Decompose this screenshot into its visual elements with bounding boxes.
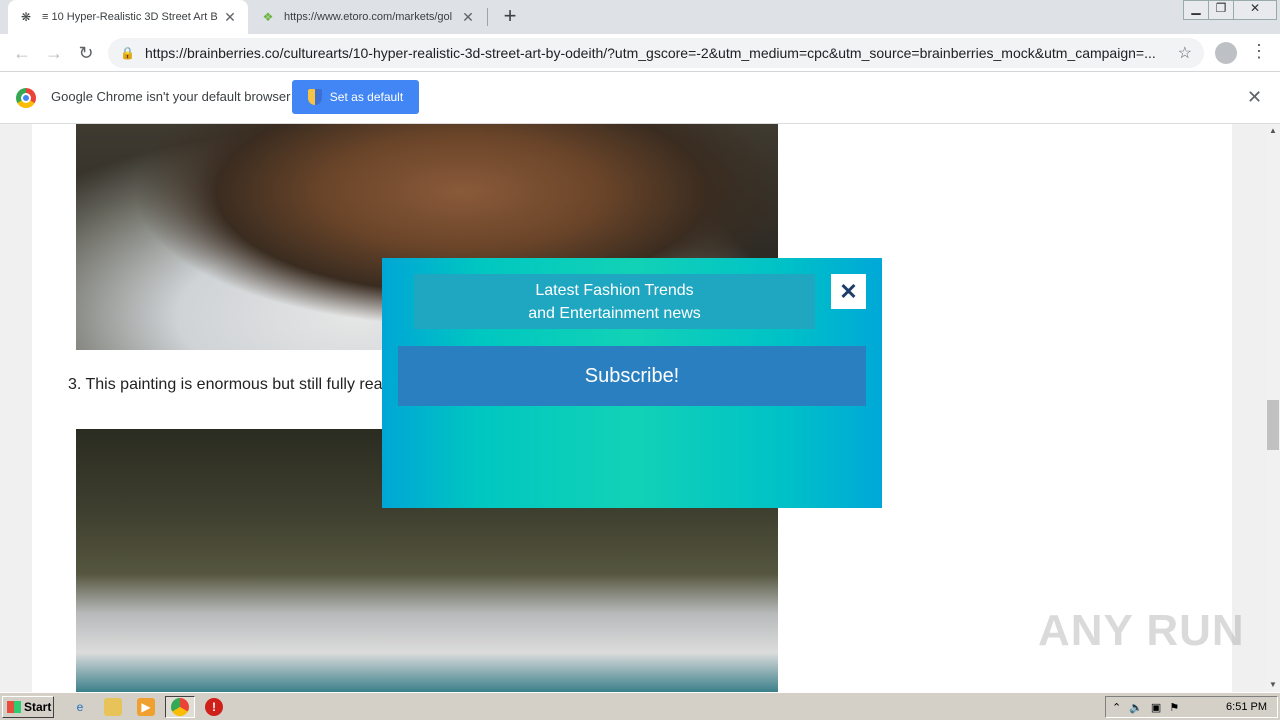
restore-icon[interactable]: ❐: [1208, 0, 1234, 20]
close-tab-icon[interactable]: ✕: [222, 9, 238, 25]
folder-icon[interactable]: [104, 698, 122, 716]
stop-icon[interactable]: !: [205, 698, 223, 716]
infobar-close-icon[interactable]: ✕: [1247, 87, 1262, 108]
tab-separator: [487, 8, 488, 26]
profile-avatar-icon[interactable]: [1215, 42, 1237, 64]
anyrun-watermark: ANY RUN: [1038, 606, 1245, 655]
popup-close-icon[interactable]: ✕: [831, 274, 866, 309]
set-default-label: Set as default: [329, 90, 404, 104]
popup-heading-line1: Latest Fashion Trends: [535, 282, 694, 299]
menu-dots-icon[interactable]: ⋮: [1250, 41, 1268, 62]
window-close-icon[interactable]: ✕: [1233, 0, 1277, 20]
subscribe-button[interactable]: Subscribe!: [398, 346, 866, 406]
flag-icon[interactable]: ⚑: [1169, 701, 1179, 714]
popup-heading-line2: and Entertainment news: [528, 305, 701, 322]
chrome-icon: [171, 698, 189, 716]
clock[interactable]: 6:51 PM: [1226, 701, 1277, 713]
brainberries-icon: ❋: [20, 10, 32, 24]
windows-flag-icon: [7, 701, 21, 713]
subscribe-popup: Latest Fashion Trends and Entertainment …: [382, 258, 882, 508]
ie-icon[interactable]: e: [71, 698, 89, 716]
system-tray: ⌃ 🔈 ▣ ⚑ 6:51 PM: [1105, 696, 1278, 718]
start-button[interactable]: Start: [2, 696, 54, 718]
set-default-button[interactable]: Set as default: [292, 80, 419, 114]
forward-icon[interactable]: →: [42, 41, 66, 65]
browser-toolbar: ← → ↻ 🔒 https://brainberries.co/culturea…: [0, 34, 1280, 72]
tab-title: ≡ 10 Hyper-Realistic 3D Street Art B: [42, 11, 218, 23]
tray-expand-icon[interactable]: ⌃: [1112, 701, 1121, 714]
bookmark-star-icon[interactable]: ☆: [1178, 43, 1192, 63]
address-bar[interactable]: 🔒 https://brainberries.co/culturearts/10…: [108, 38, 1204, 68]
infobar-message: Google Chrome isn't your default browser: [51, 89, 291, 104]
windows-taskbar: Start e ▶ ! ⌃ 🔈 ▣ ⚑ 6:51 PM: [0, 692, 1280, 720]
scroll-down-icon[interactable]: ▼: [1266, 678, 1280, 692]
lock-icon[interactable]: 🔒: [120, 46, 135, 60]
close-tab-icon[interactable]: ✕: [460, 9, 476, 25]
minimize-icon[interactable]: ▁: [1183, 0, 1209, 20]
volume-icon[interactable]: 🔈: [1129, 701, 1143, 714]
popup-heading: Latest Fashion Trends and Entertainment …: [414, 274, 815, 329]
default-browser-infobar: Google Chrome isn't your default browser…: [0, 72, 1280, 124]
etoro-icon: ❖: [262, 10, 274, 24]
network-icon[interactable]: ▣: [1151, 701, 1161, 714]
tab-brainberries[interactable]: ❋ ≡ 10 Hyper-Realistic 3D Street Art B ✕: [8, 0, 248, 34]
shield-icon: [307, 89, 322, 105]
scroll-up-icon[interactable]: ▲: [1266, 124, 1280, 138]
tab-title: https://www.etoro.com/markets/gol: [284, 11, 453, 23]
url-text[interactable]: https://brainberries.co/culturearts/10-h…: [145, 45, 1178, 61]
chrome-logo-icon: [16, 88, 36, 108]
tab-strip: ❋ ≡ 10 Hyper-Realistic 3D Street Art B ✕…: [0, 0, 1280, 34]
reload-icon[interactable]: ↻: [74, 41, 98, 65]
tab-etoro[interactable]: ❖ https://www.etoro.com/markets/gol ✕: [250, 0, 486, 34]
media-player-icon[interactable]: ▶: [137, 698, 155, 716]
start-label: Start: [24, 700, 52, 714]
new-tab-icon[interactable]: +: [498, 5, 522, 29]
back-icon[interactable]: ←: [10, 41, 34, 65]
scroll-thumb[interactable]: [1267, 400, 1279, 450]
